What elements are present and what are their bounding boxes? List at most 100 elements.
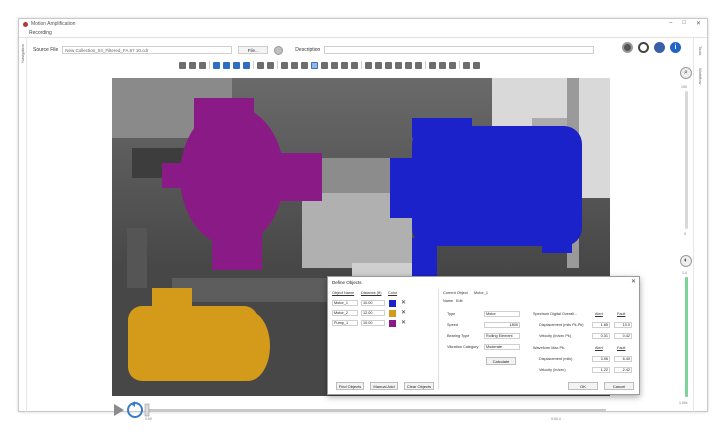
amplify-icon[interactable] (385, 61, 392, 69)
arrow-up-icon[interactable] (233, 61, 240, 69)
object-color-swatch[interactable] (389, 299, 396, 307)
dialog-close-icon[interactable]: ✕ (631, 278, 636, 285)
info-icon[interactable]: i (670, 42, 681, 53)
object-distance-field[interactable]: 10.00 (361, 300, 385, 306)
bearing-type-dropdown[interactable]: Rolling Element (484, 333, 520, 339)
file-button[interactable]: File... (238, 46, 269, 54)
amplification-icon[interactable]: ◐ (680, 255, 692, 267)
grid-icon[interactable] (267, 61, 274, 69)
arrow-right-icon[interactable] (223, 61, 230, 69)
filter-icon[interactable] (291, 61, 298, 69)
vibration-category-label: Vibration Category (447, 345, 479, 349)
description-input[interactable] (324, 46, 595, 54)
rectangle-icon[interactable] (321, 61, 328, 69)
eye-icon[interactable] (395, 61, 402, 69)
zoom-fit-icon[interactable] (199, 61, 206, 69)
waveform-row-label: Velocity (in/sec) (539, 368, 566, 372)
amplification-slider[interactable] (685, 277, 688, 397)
manual-add-button[interactable]: Manual Add (370, 382, 398, 390)
more-tools-icon[interactable] (473, 61, 480, 69)
name-label: Name (443, 299, 454, 303)
undo-icon[interactable] (463, 61, 470, 69)
object-distance-field[interactable]: 12.00 (361, 310, 385, 316)
calculate-button[interactable]: Calculate (486, 357, 516, 365)
type-dropdown[interactable]: Motor (484, 311, 520, 317)
cancel-button[interactable]: Cancel (604, 382, 634, 390)
tab-recording[interactable]: Recording (29, 30, 52, 36)
layers-icon[interactable] (281, 61, 288, 69)
zoom-in-icon[interactable] (179, 61, 186, 69)
arrow-left-icon[interactable] (213, 61, 220, 69)
clear-objects-button[interactable]: Clear Objects (404, 382, 434, 390)
image-icon[interactable] (439, 61, 446, 69)
source-file-input[interactable]: New Collection_04_Filtered_FA.67 10.cdr (62, 46, 233, 54)
spectrum-fault-input[interactable]: 0.42 (614, 333, 632, 339)
report-icon[interactable] (449, 61, 456, 69)
waveform-alert-input[interactable]: 3.96 (592, 356, 610, 362)
delete-object-icon[interactable]: ✕ (401, 300, 406, 307)
maximize-icon[interactable]: □ (682, 20, 686, 27)
right-rail-tools[interactable]: Tools (698, 46, 703, 55)
crop-icon[interactable] (301, 61, 308, 69)
toolbar-divider (459, 61, 460, 69)
delete-object-icon[interactable]: ✕ (401, 320, 406, 327)
toolbar-divider (425, 61, 426, 69)
object-color-swatch[interactable] (389, 319, 396, 327)
source-file-label: Source File (33, 47, 59, 53)
waveform-alert-input[interactable]: 1.22 (592, 367, 610, 373)
vibration-category-dropdown[interactable]: Moderate (484, 344, 520, 350)
object-row[interactable]: Motor_2 12.00 ✕ (332, 309, 406, 317)
spectrum-row-label: Velocity (in/sec Pk) (539, 334, 572, 338)
spectrum-alert-input[interactable]: 0.31 (592, 333, 610, 339)
object-name-field[interactable]: Motor_2 (332, 310, 358, 316)
spectrum-alert-header: Alert (595, 312, 603, 316)
object-name-field[interactable]: Pump_1 (332, 320, 358, 326)
dialog-divider (438, 289, 439, 389)
loop-arrow-icon (131, 401, 135, 407)
zoom-search-icon[interactable]: ⌕ (680, 67, 692, 79)
spectrum-fault-input[interactable]: 10.0 (614, 322, 632, 328)
chart-icon[interactable] (341, 61, 348, 69)
panel-icon[interactable] (375, 61, 382, 69)
bars-icon[interactable] (415, 61, 422, 69)
object-row[interactable]: Motor_1 10.00 ✕ (332, 299, 406, 307)
app-logo-icon (23, 21, 28, 27)
object-distance-field[interactable]: 10.00 (361, 320, 385, 326)
zoom-slider[interactable] (685, 91, 688, 229)
pin-icon[interactable] (257, 61, 264, 69)
timeline-handle (144, 403, 150, 417)
object-color-swatch[interactable] (389, 309, 396, 317)
find-objects-button[interactable]: Find Objects (336, 382, 364, 390)
camera-icon[interactable] (365, 61, 372, 69)
waveform-fault-input[interactable]: 2.42 (614, 367, 632, 373)
export-icon[interactable] (429, 61, 436, 69)
ellipse-icon[interactable] (331, 61, 338, 69)
settings-gear-icon[interactable] (622, 42, 633, 53)
toolbar-divider (253, 61, 254, 69)
speed-input[interactable]: 1800 (484, 322, 520, 328)
color-icon[interactable] (405, 61, 412, 69)
right-rail-workflow[interactable]: Workflow (698, 68, 703, 84)
close-icon[interactable]: ✕ (696, 20, 701, 27)
process-icon[interactable] (274, 45, 284, 55)
object-name-field[interactable]: Motor_1 (332, 300, 358, 306)
zoom-out-icon[interactable] (189, 61, 196, 69)
toolbar-divider (277, 61, 278, 69)
arrow-down-icon[interactable] (243, 61, 250, 69)
toolbar-divider (209, 61, 210, 69)
distance-header: Distance (ft) (361, 291, 382, 295)
spectrum-alert-input[interactable]: 1.65 (592, 322, 610, 328)
select-region-icon[interactable] (311, 61, 318, 69)
minimize-icon[interactable]: – (669, 20, 672, 27)
play-icon (114, 404, 124, 416)
ok-button[interactable]: OK (568, 382, 598, 390)
delete-object-icon[interactable]: ✕ (401, 310, 406, 317)
left-rail-label[interactable]: Navigation (20, 44, 25, 63)
left-rail: Navigation (19, 38, 27, 413)
waveform-fault-input[interactable]: 6.40 (614, 356, 632, 362)
name-value[interactable]: Edit (456, 299, 463, 303)
target-icon[interactable] (638, 42, 649, 53)
waveform-icon[interactable] (351, 61, 358, 69)
globe-icon[interactable] (654, 42, 665, 53)
object-row[interactable]: Pump_1 10.00 ✕ (332, 319, 406, 327)
